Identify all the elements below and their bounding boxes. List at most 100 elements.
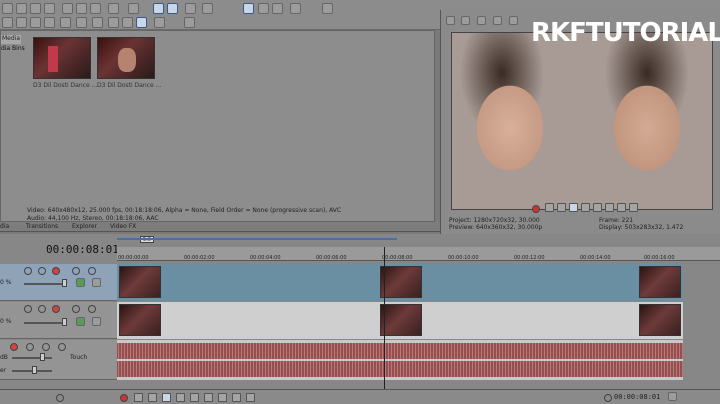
record-icon[interactable]: [532, 205, 540, 213]
arm-record-icon[interactable]: [52, 267, 60, 275]
new-project-icon[interactable]: [2, 3, 13, 14]
next-frame-icon[interactable]: [617, 203, 626, 212]
redo-icon[interactable]: [128, 3, 139, 14]
media-thumbnail-1[interactable]: [33, 37, 91, 79]
undo-icon[interactable]: [108, 3, 119, 14]
mute-icon[interactable]: [42, 343, 50, 351]
video-clip[interactable]: [119, 266, 161, 298]
media-bins-label[interactable]: dia Bins: [1, 45, 25, 52]
mic-icon[interactable]: [604, 394, 612, 402]
loop-icon[interactable]: [545, 203, 554, 212]
preview-play-icon[interactable]: [569, 203, 578, 212]
video-clip[interactable]: [380, 304, 422, 336]
video-clip[interactable]: [380, 266, 422, 298]
go-to-end-icon[interactable]: [629, 203, 638, 212]
audio-volume-slider[interactable]: [12, 357, 52, 359]
web-icon[interactable]: [44, 17, 55, 28]
lock-envelopes-icon[interactable]: [290, 3, 301, 14]
tab-media[interactable]: dia: [0, 223, 9, 230]
audio-pan-knob[interactable]: [32, 366, 37, 374]
video-track-2-lane[interactable]: [117, 302, 683, 339]
time-ruler[interactable]: 00:00:00:00 00:00:02:00 00:00:04:00 00:0…: [117, 247, 720, 261]
capture-icon[interactable]: [16, 17, 27, 28]
compositing-mode-icon[interactable]: [76, 278, 85, 287]
get-media-icon[interactable]: [30, 17, 41, 28]
properties-icon[interactable]: [44, 3, 55, 14]
video-clip[interactable]: [639, 304, 681, 336]
zoom-icon[interactable]: [56, 394, 64, 402]
track-motion-icon[interactable]: [24, 305, 32, 313]
auto-crossfade-icon[interactable]: [258, 3, 269, 14]
video-track-1-header[interactable]: 0 %: [0, 264, 117, 301]
overlays-icon[interactable]: [493, 16, 502, 25]
save-icon[interactable]: [30, 3, 41, 14]
preview-quality-icon[interactable]: [477, 16, 486, 25]
arm-record-icon[interactable]: [10, 343, 18, 351]
search-icon[interactable]: [184, 17, 195, 28]
audio-track-lane[interactable]: [117, 340, 683, 380]
go-to-start-icon[interactable]: [204, 393, 213, 402]
audio-volume-knob[interactable]: [40, 353, 45, 361]
video-track-2-header[interactable]: 0 %: [0, 302, 117, 339]
track-motion-icon[interactable]: [24, 267, 32, 275]
copy-icon[interactable]: [76, 3, 87, 14]
open-icon[interactable]: [16, 3, 27, 14]
preview-properties-icon[interactable]: [446, 16, 455, 25]
track-level-knob[interactable]: [62, 279, 67, 287]
prev-frame-icon[interactable]: [605, 203, 614, 212]
track-level-slider[interactable]: [24, 283, 64, 285]
video-clip[interactable]: [119, 304, 161, 336]
import-media-icon[interactable]: [2, 17, 13, 28]
normal-edit-tool-icon[interactable]: [153, 3, 164, 14]
snapping-icon[interactable]: [243, 3, 254, 14]
solo-icon[interactable]: [88, 267, 96, 275]
cut-icon[interactable]: [62, 3, 73, 14]
solo-icon[interactable]: [88, 305, 96, 313]
views-icon[interactable]: [154, 17, 165, 28]
preview-pause-icon[interactable]: [581, 203, 590, 212]
zoom-tool-icon[interactable]: [202, 3, 213, 14]
media-fx-icon[interactable]: [76, 17, 87, 28]
preview-stop-icon[interactable]: [593, 203, 602, 212]
envelope-tool-icon[interactable]: [167, 3, 178, 14]
auto-ripple-icon[interactable]: [272, 3, 283, 14]
media-thumbnail-2[interactable]: [97, 37, 155, 79]
tab-explorer[interactable]: Explorer: [72, 223, 97, 230]
split-screen-icon[interactable]: [461, 16, 470, 25]
media-tab[interactable]: Media: [1, 35, 21, 44]
next-frame-icon[interactable]: [246, 393, 255, 402]
selection-start-icon[interactable]: [668, 392, 677, 401]
video-track-1-lane[interactable]: [117, 264, 683, 301]
audio-track-header[interactable]: dB Touch er: [0, 340, 117, 380]
auto-preview-icon[interactable]: [136, 17, 147, 28]
help-icon[interactable]: [322, 3, 333, 14]
play-icon[interactable]: [162, 393, 171, 402]
paste-icon[interactable]: [90, 3, 101, 14]
video-clip[interactable]: [639, 266, 681, 298]
loop-region-bar[interactable]: [117, 238, 397, 240]
compositing-mode-icon[interactable]: [76, 317, 85, 326]
expand-track-icon[interactable]: [92, 317, 101, 326]
track-fx-icon[interactable]: [26, 343, 34, 351]
track-level-knob[interactable]: [62, 318, 67, 326]
media-generator-icon[interactable]: [92, 17, 103, 28]
automation-mode[interactable]: Touch: [70, 354, 87, 361]
mute-icon[interactable]: [72, 267, 80, 275]
copy-snapshot-icon[interactable]: [509, 16, 518, 25]
stop-icon[interactable]: [190, 393, 199, 402]
tab-video-fx[interactable]: Video FX: [110, 223, 136, 230]
play-icon[interactable]: [108, 17, 119, 28]
arm-record-icon[interactable]: [52, 305, 60, 313]
selection-tool-icon[interactable]: [185, 3, 196, 14]
track-fx-icon[interactable]: [38, 267, 46, 275]
prev-frame-icon[interactable]: [232, 393, 241, 402]
remove-media-icon[interactable]: [60, 17, 71, 28]
loop-playback-icon[interactable]: [134, 393, 143, 402]
record-icon[interactable]: [120, 394, 128, 402]
go-to-end-icon[interactable]: [218, 393, 227, 402]
play-from-start-icon[interactable]: [148, 393, 157, 402]
mute-icon[interactable]: [72, 305, 80, 313]
tab-transitions[interactable]: Transitions: [26, 223, 58, 230]
stop-icon[interactable]: [122, 17, 133, 28]
preview-play-from-start-icon[interactable]: [557, 203, 566, 212]
